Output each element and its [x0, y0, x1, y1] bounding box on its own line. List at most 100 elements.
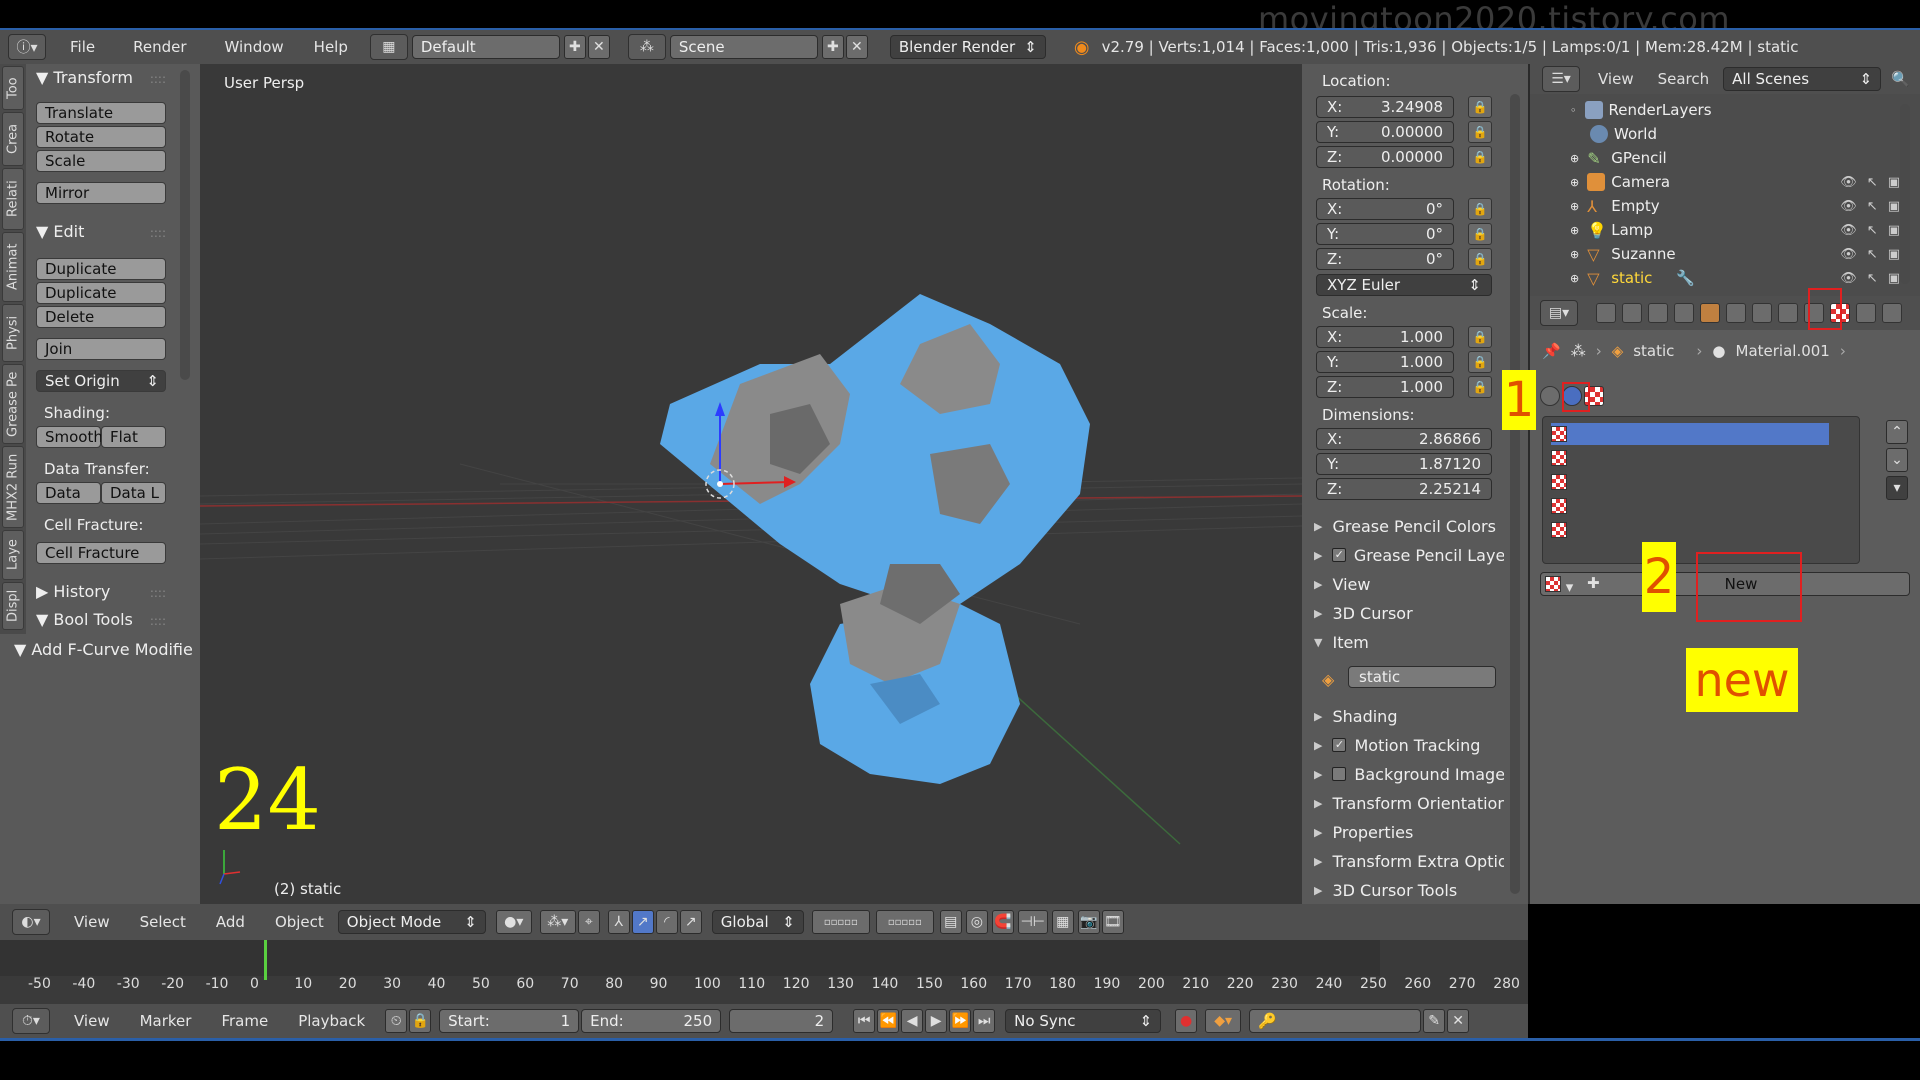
view-panel-header[interactable]: ▶ View: [1314, 572, 1504, 596]
lock-range-icon[interactable]: 🔒: [409, 1009, 432, 1033]
drag-grip-icon[interactable]: ::::: [150, 226, 166, 240]
menu-file[interactable]: File: [70, 38, 95, 56]
mesh-object-static[interactable]: [660, 294, 1090, 784]
eye-icon[interactable]: 👁: [1840, 199, 1857, 214]
gp-layers-panel-header[interactable]: ▶ ✓ Grease Pencil Layer: [1314, 543, 1504, 567]
outliner-item-lamp[interactable]: ⊕ 💡 Lamp 👁 ↖ ▣: [1570, 218, 1910, 242]
play-reverse-icon[interactable]: ◀: [901, 1009, 924, 1033]
data-button[interactable]: Data: [36, 482, 101, 504]
record-icon[interactable]: ●: [1175, 1009, 1198, 1033]
texture-slot-1[interactable]: [1551, 423, 1829, 445]
search-icon[interactable]: 🔍: [1891, 70, 1910, 88]
item-name-field[interactable]: static: [1348, 666, 1496, 688]
outliner-view-menu[interactable]: View: [1598, 70, 1634, 88]
eye-icon[interactable]: 👁: [1840, 271, 1857, 286]
transform-extra-panel-header[interactable]: ▶ Transform Extra Optio: [1314, 849, 1504, 873]
cursor-select-icon[interactable]: ↖: [1867, 247, 1878, 262]
render-camera-icon[interactable]: ▣: [1888, 175, 1900, 190]
preview-range-icon[interactable]: ⏲: [385, 1009, 408, 1033]
tab-layers[interactable]: Laye: [2, 530, 24, 580]
rotate-button[interactable]: Rotate: [36, 126, 166, 148]
current-frame-field[interactable]: 2: [729, 1009, 834, 1033]
translate-button[interactable]: Translate: [36, 102, 166, 124]
current-frame-indicator[interactable]: [264, 940, 267, 980]
dimensions-z-field[interactable]: Z: 2.25214: [1316, 478, 1492, 500]
slot-list-scrollbar[interactable]: [1843, 423, 1853, 553]
outliner-search-menu[interactable]: Search: [1658, 70, 1710, 88]
timeline-playback-menu[interactable]: Playback: [298, 1012, 365, 1030]
render-camera-icon[interactable]: ▣: [1888, 247, 1900, 262]
pin-icon[interactable]: 📌: [1542, 342, 1561, 360]
3d-cursor-panel-header[interactable]: ▶ 3D Cursor: [1314, 601, 1504, 625]
eye-icon[interactable]: 👁: [1840, 175, 1857, 190]
rotation-y-field[interactable]: Y: 0°: [1316, 223, 1454, 245]
tab-scene-icon[interactable]: [1648, 303, 1668, 323]
tab-tools[interactable]: Too: [2, 66, 24, 110]
set-origin-select[interactable]: Set Origin ⇕: [36, 370, 166, 392]
bg-image-checkbox[interactable]: [1332, 767, 1347, 781]
timeline-editor-icon[interactable]: ⏱▾: [12, 1008, 50, 1034]
rotation-x-field[interactable]: X: 0°: [1316, 198, 1454, 220]
cursor-select-icon[interactable]: ↖: [1867, 223, 1878, 238]
expand-toggle-icon[interactable]: ⊕: [1570, 224, 1579, 237]
gp-colors-panel-header[interactable]: ▶ Grease Pencil Colors: [1314, 514, 1504, 538]
rotation-z-field[interactable]: Z: 0°: [1316, 248, 1454, 270]
tab-physics[interactable]: Physi: [2, 304, 24, 362]
lock-icon[interactable]: 🔒: [1468, 376, 1492, 398]
remove-layout-icon[interactable]: ✕: [587, 35, 610, 59]
snap-target-icon[interactable]: ▦: [1051, 910, 1074, 934]
outliner-item-renderlayers[interactable]: ◦ RenderLayers: [1570, 98, 1910, 122]
scale-z-field[interactable]: Z: 1.000: [1316, 376, 1454, 398]
info-editor-icon[interactable]: ⓘ▾: [8, 34, 46, 60]
transform-orientation-select[interactable]: Global ⇕: [711, 910, 804, 934]
outliner-scrollbar[interactable]: [1900, 104, 1910, 284]
tab-create[interactable]: Crea: [2, 112, 24, 166]
bool-tools-panel-header[interactable]: ▼ Bool Tools: [36, 610, 133, 629]
transform-orient-panel-header[interactable]: ▶ Transform Orientation: [1314, 791, 1504, 815]
lock-icon[interactable]: 🔒: [1468, 351, 1492, 373]
data-layout-button[interactable]: Data L: [101, 482, 166, 504]
location-x-field[interactable]: X: 3.24908: [1316, 96, 1454, 118]
play-icon[interactable]: ▶: [925, 1009, 948, 1033]
rotate-manipulator-icon[interactable]: ↗: [631, 910, 654, 934]
lock-icon[interactable]: 🔒: [1468, 326, 1492, 348]
cursor-select-icon[interactable]: ↖: [1867, 271, 1878, 286]
keying-set-field[interactable]: 🔑: [1249, 1009, 1422, 1033]
tab-particles-icon[interactable]: [1856, 303, 1876, 323]
snap-icon[interactable]: 🧲: [991, 910, 1014, 934]
transform-panel-header[interactable]: ▼ Transform: [36, 68, 133, 87]
lock-icon[interactable]: 🔒: [1468, 146, 1492, 168]
gp-layers-checkbox[interactable]: ✓: [1332, 548, 1346, 562]
add-scene-icon[interactable]: ✚: [821, 35, 844, 59]
location-z-field[interactable]: Z: 0.00000: [1316, 146, 1454, 168]
pivot-point-icon[interactable]: ⁂▾: [539, 910, 576, 934]
expand-toggle-icon[interactable]: ⊕: [1570, 200, 1579, 213]
lock-icon[interactable]: 🔒: [1468, 248, 1492, 270]
keying-set-icon[interactable]: ◆▾: [1205, 1009, 1242, 1033]
3d-view-editor-icon[interactable]: ◐▾: [12, 909, 50, 935]
texture-slot-2[interactable]: [1551, 447, 1831, 469]
item-panel-header[interactable]: ▼ Item: [1314, 630, 1504, 654]
edit-panel-header[interactable]: ▼ Edit: [36, 222, 84, 241]
layout-field[interactable]: Default: [411, 35, 560, 59]
lock-icon[interactable]: 🔒: [1468, 121, 1492, 143]
tab-display[interactable]: Displ: [2, 582, 24, 630]
menu-select[interactable]: Select: [140, 913, 186, 931]
join-button[interactable]: Join: [36, 338, 166, 360]
flat-button[interactable]: Flat: [101, 426, 166, 448]
outliner-item-camera[interactable]: ⊕ Camera 👁 ↖ ▣: [1570, 170, 1910, 194]
motion-tracking-checkbox[interactable]: ✓: [1332, 738, 1347, 752]
menu-view[interactable]: View: [74, 913, 110, 931]
delete-button[interactable]: Delete: [36, 306, 166, 328]
lock-layers-icon[interactable]: ▤: [939, 910, 962, 934]
cursor-select-icon[interactable]: ↖: [1867, 175, 1878, 190]
expand-toggle-icon[interactable]: ⊕: [1570, 152, 1579, 165]
sync-mode-select[interactable]: No Sync ⇕: [1005, 1009, 1162, 1033]
cursor-select-icon[interactable]: ↖: [1867, 199, 1878, 214]
cell-fracture-button[interactable]: Cell Fracture: [36, 542, 166, 564]
n-panel-scrollbar[interactable]: [1510, 94, 1520, 894]
shading-panel-header[interactable]: ▶ Shading: [1314, 704, 1504, 728]
render-camera-icon[interactable]: ▣: [1888, 271, 1900, 286]
tab-render-icon[interactable]: [1596, 303, 1616, 323]
lock-icon[interactable]: 🔒: [1468, 198, 1492, 220]
